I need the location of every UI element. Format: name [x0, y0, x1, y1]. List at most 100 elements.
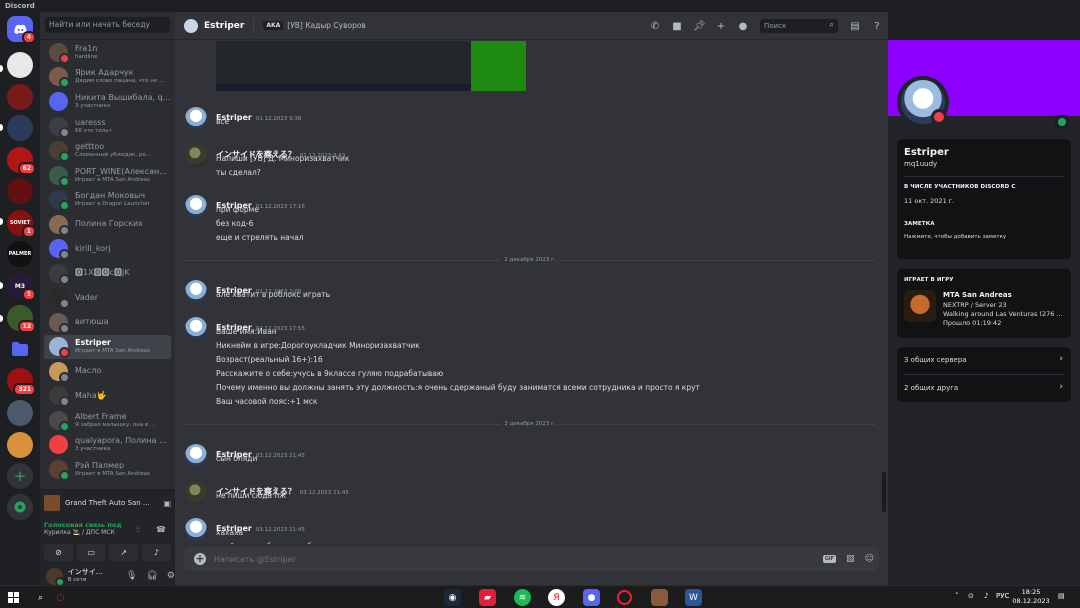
- headphones-icon[interactable]: 🎧︎: [146, 571, 157, 581]
- avatar[interactable]: [46, 567, 65, 585]
- server-icon[interactable]: [7, 115, 33, 141]
- gif-button[interactable]: GIF: [822, 555, 837, 563]
- avatar[interactable]: [185, 317, 207, 339]
- header-search-input[interactable]: Поиск ⌕: [760, 19, 838, 33]
- dm-item[interactable]: Fra1n hardline: [44, 40, 171, 64]
- notifications-icon[interactable]: ▤: [1058, 592, 1065, 600]
- home-button[interactable]: 4: [7, 16, 36, 44]
- server-icon[interactable]: [7, 84, 33, 110]
- tray-app-icon[interactable]: ⊙: [968, 592, 974, 600]
- start-button[interactable]: [5, 589, 22, 606]
- steam-icon[interactable]: ◉: [444, 589, 461, 606]
- server-icon[interactable]: [7, 52, 33, 78]
- profile-avatar[interactable]: [897, 76, 949, 128]
- dm-item[interactable]: Масло: [44, 359, 171, 383]
- note-input[interactable]: Нажмите, чтобы добавить заметку: [904, 234, 1006, 240]
- server-icon[interactable]: PALMER: [7, 241, 33, 267]
- settings-gear-icon[interactable]: ⚙: [167, 571, 175, 581]
- avatar[interactable]: [185, 195, 207, 217]
- search-icon[interactable]: ⌕: [32, 589, 49, 606]
- microphone-icon[interactable]: 🎙︎: [126, 571, 137, 581]
- dm-item[interactable]: PORT_WINE(Алексан... Играет в MTA San And…: [44, 163, 171, 187]
- video-call-icon[interactable]: ■: [671, 21, 683, 32]
- attached-screenshot[interactable]: [216, 41, 526, 91]
- word-icon[interactable]: W: [685, 589, 702, 606]
- dm-item[interactable]: Albert Frame Я забрал малышку, она в ...: [44, 408, 171, 432]
- soundboard-button[interactable]: ♪: [141, 544, 171, 561]
- dm-item[interactable]: Estriper Играет в MTA San Andreas: [44, 334, 171, 359]
- noise-suppression-icon[interactable]: ⫶⫶: [136, 525, 140, 535]
- dm-item[interactable]: 🅾1X🅾🅾c🅾jK: [44, 261, 171, 285]
- screen-share-button[interactable]: ▭: [76, 544, 106, 561]
- server-icon[interactable]: 62: [7, 147, 36, 175]
- tray-chevron-icon[interactable]: ˄: [955, 592, 959, 600]
- clock[interactable]: 18:25 08.12.2023: [1012, 588, 1050, 606]
- dm-item[interactable]: витюша: [44, 310, 171, 334]
- volume-icon[interactable]: ♪: [984, 592, 988, 600]
- message[interactable]: Estriper 02.12.2023 2:00 але хватит в робл…: [185, 278, 875, 306]
- avatar[interactable]: [185, 481, 207, 503]
- pin-icon[interactable]: 📌︎: [693, 21, 706, 32]
- opera-icon[interactable]: [617, 590, 632, 605]
- avatar[interactable]: [185, 144, 207, 166]
- sticker-icon[interactable]: ▧: [846, 554, 855, 564]
- voice-call-icon[interactable]: ✆: [649, 21, 661, 32]
- help-icon[interactable]: ?: [871, 21, 883, 32]
- app-icon[interactable]: ▰: [479, 589, 496, 606]
- dm-item[interactable]: Ярик Адарчук Дядим слово пацана, что не .…: [44, 65, 171, 89]
- inbox-icon[interactable]: ▤: [849, 21, 861, 32]
- scrollbar[interactable]: [882, 472, 886, 512]
- attach-plus-icon[interactable]: +: [194, 553, 206, 565]
- emoji-icon[interactable]: ☺: [865, 554, 874, 564]
- dm-item[interactable]: qualyapora, Полина Г... 3 участника: [44, 433, 171, 457]
- add-friends-icon[interactable]: +: [715, 21, 727, 32]
- message[interactable]: Estriper03.12.2023 21:45хахахаокей попус…: [185, 516, 875, 544]
- stream-icon[interactable]: ▣: [163, 499, 171, 508]
- spotify-icon[interactable]: ≋: [514, 589, 531, 606]
- dm-item[interactable]: Vader: [44, 286, 171, 310]
- message-input[interactable]: [214, 554, 818, 564]
- current-game[interactable]: Grand Theft Auto San ... ▣: [44, 494, 171, 512]
- user-info[interactable]: インサイ... В сети: [68, 568, 117, 584]
- nitro-badge-icon[interactable]: [1055, 115, 1069, 129]
- server-icon[interactable]: 12: [7, 305, 36, 333]
- message[interactable]: Estriper 03.12.2023 21:45 сын бляди: [185, 442, 875, 470]
- add-server-button[interactable]: +: [7, 463, 33, 489]
- activity-button[interactable]: ➚: [109, 544, 139, 561]
- mutual-friends-link[interactable]: 2 общих друга: [904, 384, 958, 392]
- message[interactable]: Estriper 01.12.2023 9:38 все: [185, 105, 875, 133]
- opera-tray-icon[interactable]: ○: [52, 589, 69, 606]
- gta-icon[interactable]: [651, 589, 668, 606]
- avatar[interactable]: [185, 107, 207, 129]
- avatar[interactable]: [185, 444, 207, 466]
- disconnect-icon[interactable]: ☎: [156, 525, 166, 534]
- dm-item[interactable]: getttoo Сломанный ублюдок, ро...: [44, 139, 171, 163]
- dm-item[interactable]: Никита Вышибала, q... 3 участника: [44, 89, 171, 113]
- discord-taskbar-icon[interactable]: ●: [583, 589, 600, 606]
- server-icon[interactable]: [7, 432, 33, 458]
- message[interactable]: インサイドを察える？ 01.12.2023 9:43 Напиши [УВ] Д. …: [185, 142, 875, 184]
- server-folder[interactable]: [7, 336, 33, 362]
- message[interactable]: Estriper 01.12.2023 17:16 при форме без код…: [185, 193, 875, 249]
- dm-item[interactable]: Богдан Моковыч Играет в Dragon Launcher: [44, 188, 171, 212]
- server-icon[interactable]: M3 1: [7, 273, 36, 301]
- avatar[interactable]: [185, 518, 207, 540]
- dm-item[interactable]: uaresss 66 это тильт: [44, 114, 171, 138]
- message[interactable]: Estriper 02.12.2023 17:55 Ваше имя:Иван Ник…: [185, 315, 875, 413]
- avatar[interactable]: [185, 280, 207, 302]
- dm-item[interactable]: Полина Горских: [44, 212, 171, 236]
- user-profile-icon[interactable]: ●: [737, 21, 749, 32]
- mutual-servers-link[interactable]: 3 общих сервера: [904, 356, 967, 364]
- dm-item[interactable]: Maha🤟: [44, 384, 171, 408]
- dm-item[interactable]: kirill_korj: [44, 237, 171, 261]
- message[interactable]: インサイドを察える？ 03.12.2023 21:45 не пиши сюда п…: [185, 479, 875, 507]
- yandex-icon[interactable]: Я: [548, 589, 565, 606]
- dm-item[interactable]: Рэй Палмер Играет в MTA San Andreas: [44, 457, 171, 481]
- server-icon[interactable]: [7, 178, 33, 204]
- keyboard-language[interactable]: РУС: [996, 592, 1009, 600]
- server-icon[interactable]: SOVIET 1: [7, 210, 36, 238]
- server-icon[interactable]: [7, 400, 33, 426]
- server-icon[interactable]: 321: [7, 368, 36, 396]
- explore-servers-button[interactable]: [7, 494, 33, 520]
- camera-button[interactable]: ⊘: [44, 544, 73, 561]
